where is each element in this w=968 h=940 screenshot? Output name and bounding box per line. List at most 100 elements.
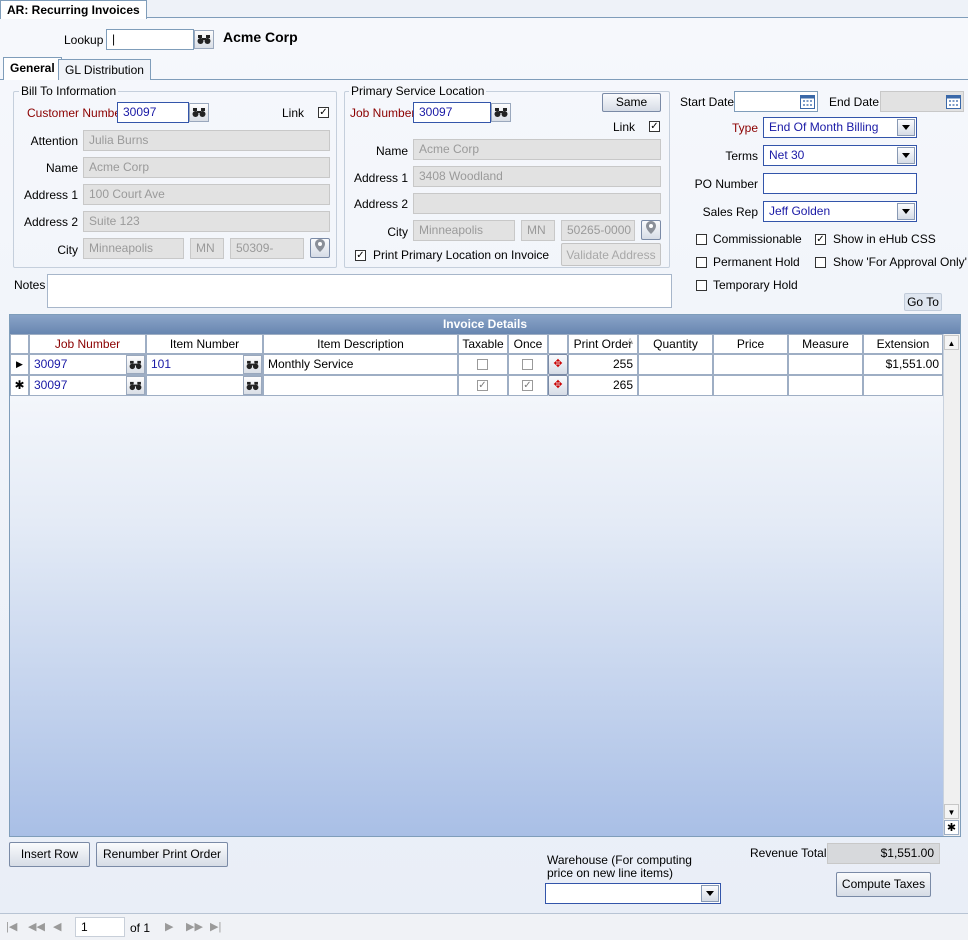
notes-input[interactable] (47, 274, 672, 308)
service-city-field[interactable]: Minneapolis (413, 220, 515, 241)
warehouse-dropdown-icon[interactable] (701, 885, 719, 902)
tab-gl-distribution[interactable]: GL Distribution (58, 59, 151, 80)
service-state-field[interactable]: MN (521, 220, 555, 241)
same-button[interactable]: Same (602, 93, 661, 112)
row1-taxable-checkbox[interactable] (477, 359, 488, 370)
print-primary-checkbox[interactable]: ✓ (355, 250, 366, 261)
grid-vertical-scrollbar[interactable] (943, 334, 960, 836)
row2-job-binoculars-icon[interactable] (126, 376, 145, 395)
pager-page-input[interactable]: 1 (75, 917, 125, 937)
col-once[interactable]: Once (508, 334, 548, 354)
po-number-input[interactable] (763, 173, 917, 194)
type-dropdown-icon[interactable] (897, 119, 915, 136)
table-row[interactable]: 30097 ✓ ✓ ✥ 265 (29, 375, 943, 396)
pager-first-icon[interactable]: |◀ (6, 920, 17, 933)
bill-state-field[interactable]: MN (190, 238, 224, 259)
row-current-indicator-icon[interactable]: ▶ (10, 354, 29, 375)
pager-next-icon[interactable]: ▶ (165, 920, 173, 933)
bill-to-link-checkbox[interactable]: ✓ (318, 107, 329, 118)
terms-select[interactable]: Net 30 (763, 145, 917, 166)
lookup-input[interactable]: | (106, 29, 194, 50)
insert-row-button[interactable]: Insert Row (9, 842, 90, 867)
row2-taxable-checkbox[interactable]: ✓ (477, 380, 488, 391)
row2-once-checkbox[interactable]: ✓ (522, 380, 533, 391)
bill-zip-field[interactable]: 50309- (230, 238, 304, 259)
renumber-print-order-button[interactable]: Renumber Print Order (96, 842, 228, 867)
service-zip-field[interactable]: 50265-0000 (561, 220, 635, 241)
terms-dropdown-icon[interactable] (897, 147, 915, 164)
col-extension[interactable]: Extension (863, 334, 943, 354)
permanent-hold-checkbox[interactable] (696, 257, 707, 268)
row2-print-order[interactable]: 265 (568, 375, 638, 396)
bill-address1-field[interactable]: 100 Court Ave (83, 184, 330, 205)
row1-extension[interactable]: $1,551.00 (863, 354, 943, 375)
row1-quantity[interactable] (638, 354, 713, 375)
row2-measure[interactable] (788, 375, 863, 396)
temporary-hold-checkbox[interactable] (696, 280, 707, 291)
type-select[interactable]: End Of Month Billing (763, 117, 917, 138)
row1-price[interactable] (713, 354, 788, 375)
tab-general[interactable]: General (3, 57, 62, 80)
pager-next-page-icon[interactable]: ▶▶ (186, 920, 203, 933)
row1-item-binoculars-icon[interactable] (243, 355, 262, 374)
job-number-input[interactable]: 30097 (413, 102, 491, 123)
service-name-field[interactable]: Acme Corp (413, 139, 661, 160)
compute-taxes-button[interactable]: Compute Taxes (836, 872, 931, 897)
start-date-calendar-icon[interactable] (798, 93, 817, 110)
warehouse-select[interactable] (545, 883, 721, 904)
service-link-checkbox[interactable]: ✓ (649, 121, 660, 132)
pager-prev-page-icon[interactable]: ◀◀ (28, 920, 45, 933)
commissionable-checkbox[interactable] (696, 234, 707, 245)
customer-binoculars-icon[interactable] (189, 103, 209, 122)
scroll-new-row-icon[interactable]: ✱ (944, 820, 959, 835)
bill-city-field[interactable]: Minneapolis (83, 238, 184, 259)
window-tab-title[interactable]: AR: Recurring Invoices (0, 0, 147, 19)
col-job-number[interactable]: Job Number (29, 334, 146, 354)
new-row-asterisk-icon[interactable]: ✱ (10, 375, 29, 396)
validate-address-button[interactable]: Validate Address (561, 243, 661, 266)
row2-item-binoculars-icon[interactable] (243, 376, 262, 395)
col-quantity[interactable]: Quantity (638, 334, 713, 354)
row2-price[interactable] (713, 375, 788, 396)
bill-map-pin-icon[interactable] (310, 238, 330, 258)
table-row[interactable]: 30097 101 Monthly Service ✥ 255 $1,551.0… (29, 354, 943, 375)
lookup-binoculars-icon[interactable] (194, 30, 214, 49)
row1-job-binoculars-icon[interactable] (126, 355, 145, 374)
attention-field[interactable]: Julia Burns (83, 130, 330, 151)
scroll-up-icon[interactable]: ▲ (944, 335, 959, 350)
bill-name-field[interactable]: Acme Corp (83, 157, 330, 178)
row2-move-icon[interactable]: ✥ (548, 375, 568, 396)
service-address2-field[interactable] (413, 193, 661, 214)
row1-once-checkbox[interactable] (522, 359, 533, 370)
scroll-down-icon[interactable]: ▼ (944, 804, 959, 819)
start-date-label: Start Date (680, 95, 735, 109)
temporary-hold-label: Temporary Hold (713, 278, 798, 292)
customer-number-input[interactable]: 30097 (117, 102, 189, 123)
goto-button[interactable]: Go To (904, 293, 942, 311)
col-item-description[interactable]: Item Description (263, 334, 458, 354)
bill-to-title: Bill To Information (19, 84, 119, 98)
row1-move-icon[interactable]: ✥ (548, 354, 568, 375)
service-map-pin-icon[interactable] (641, 220, 661, 240)
col-measure[interactable]: Measure (788, 334, 863, 354)
col-price[interactable]: Price (713, 334, 788, 354)
col-item-number[interactable]: Item Number (146, 334, 263, 354)
row1-description[interactable]: Monthly Service (263, 354, 458, 375)
row1-print-order[interactable]: 255 (568, 354, 638, 375)
bill-address2-field[interactable]: Suite 123 (83, 211, 330, 232)
end-date-calendar-icon[interactable] (944, 93, 963, 110)
pager-prev-icon[interactable]: ◀ (53, 920, 61, 933)
row2-extension[interactable] (863, 375, 943, 396)
lookup-display-name: Acme Corp (223, 29, 298, 45)
row1-measure[interactable] (788, 354, 863, 375)
row2-description[interactable] (263, 375, 458, 396)
row2-quantity[interactable] (638, 375, 713, 396)
service-address1-field[interactable]: 3408 Woodland (413, 166, 661, 187)
pager-last-icon[interactable]: ▶| (210, 920, 221, 933)
sales-rep-select[interactable]: Jeff Golden (763, 201, 917, 222)
show-approval-checkbox[interactable] (815, 257, 826, 268)
job-binoculars-icon[interactable] (491, 103, 511, 122)
show-ehub-checkbox[interactable]: ✓ (815, 234, 826, 245)
col-taxable[interactable]: Taxable (458, 334, 508, 354)
sales-rep-dropdown-icon[interactable] (897, 203, 915, 220)
